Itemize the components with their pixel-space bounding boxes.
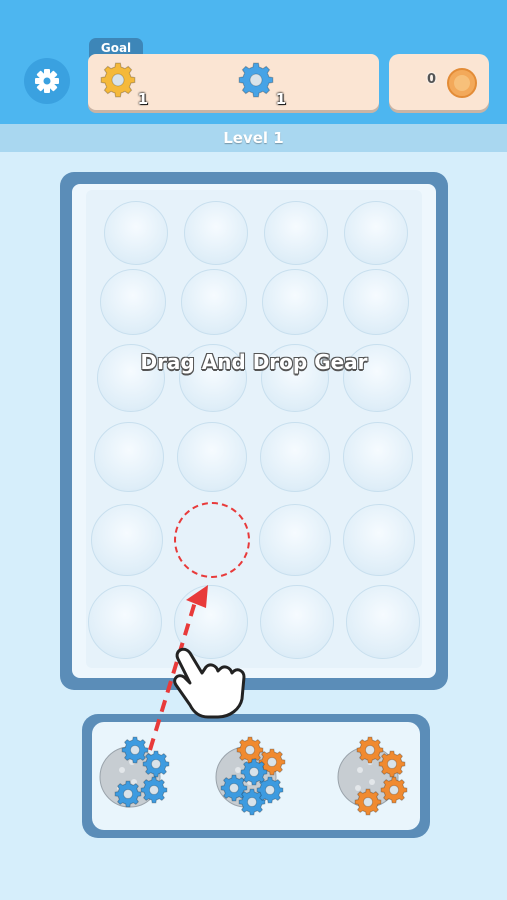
board-slot[interactable] — [264, 201, 328, 265]
orange-gear-icon — [356, 736, 384, 764]
board-slot[interactable] — [343, 422, 413, 492]
board-slot[interactable] — [184, 201, 248, 265]
board-slot[interactable] — [177, 422, 247, 492]
board-slot[interactable] — [260, 585, 334, 659]
board-slot[interactable] — [260, 422, 330, 492]
peg — [235, 767, 241, 773]
blue-gear-icon — [114, 780, 142, 808]
board-slot[interactable] — [346, 585, 420, 659]
coin-count: 0 — [427, 72, 437, 87]
blue-gear-icon — [142, 750, 170, 778]
gear-stack-3[interactable] — [336, 732, 432, 822]
board-slot[interactable] — [344, 201, 408, 265]
gear-stack-1[interactable] — [98, 732, 194, 822]
peg — [119, 767, 125, 773]
coin-panel: 0 — [389, 54, 489, 110]
board-slot[interactable] — [181, 269, 247, 335]
orange-gear-icon — [380, 776, 408, 804]
blue-gear-icon — [121, 736, 149, 764]
goal-count: 1 — [137, 90, 148, 108]
blue-gear-icon — [140, 776, 168, 804]
board-slot[interactable] — [88, 585, 162, 659]
peg — [355, 785, 361, 791]
gear-icon — [35, 69, 59, 93]
gear-stack-2[interactable] — [214, 732, 310, 822]
board-slot[interactable] — [343, 269, 409, 335]
peg — [369, 779, 375, 785]
goal-item-gold-gear: 1 — [98, 60, 148, 108]
board-slot[interactable] — [262, 269, 328, 335]
blue-gear-icon — [238, 62, 274, 98]
orange-gear-icon — [236, 736, 264, 764]
board-slot[interactable] — [100, 269, 166, 335]
gold-gear-icon — [100, 62, 136, 98]
goal-panel: 1 1 — [88, 54, 379, 110]
board-slot[interactable] — [104, 201, 168, 265]
orange-gear-icon — [354, 788, 382, 816]
blue-gear-icon — [240, 758, 268, 786]
gold-gear-icon — [100, 62, 136, 98]
settings-button[interactable] — [24, 58, 70, 104]
board-slot[interactable] — [343, 504, 415, 576]
peg — [357, 767, 363, 773]
board-slot[interactable] — [174, 585, 248, 659]
goal-item-blue-gear: 1 — [236, 60, 286, 108]
drop-target-indicator — [174, 502, 250, 578]
level-title: Level 1 — [0, 124, 507, 152]
board-slot[interactable] — [91, 504, 163, 576]
coin-icon — [447, 68, 477, 98]
goal-count: 1 — [275, 90, 286, 108]
board-slot[interactable] — [94, 422, 164, 492]
hint-text: Drag And Drop Gear — [140, 350, 368, 374]
blue-gear-icon — [238, 62, 274, 98]
orange-gear-icon — [378, 750, 406, 778]
board-slot[interactable] — [259, 504, 331, 576]
